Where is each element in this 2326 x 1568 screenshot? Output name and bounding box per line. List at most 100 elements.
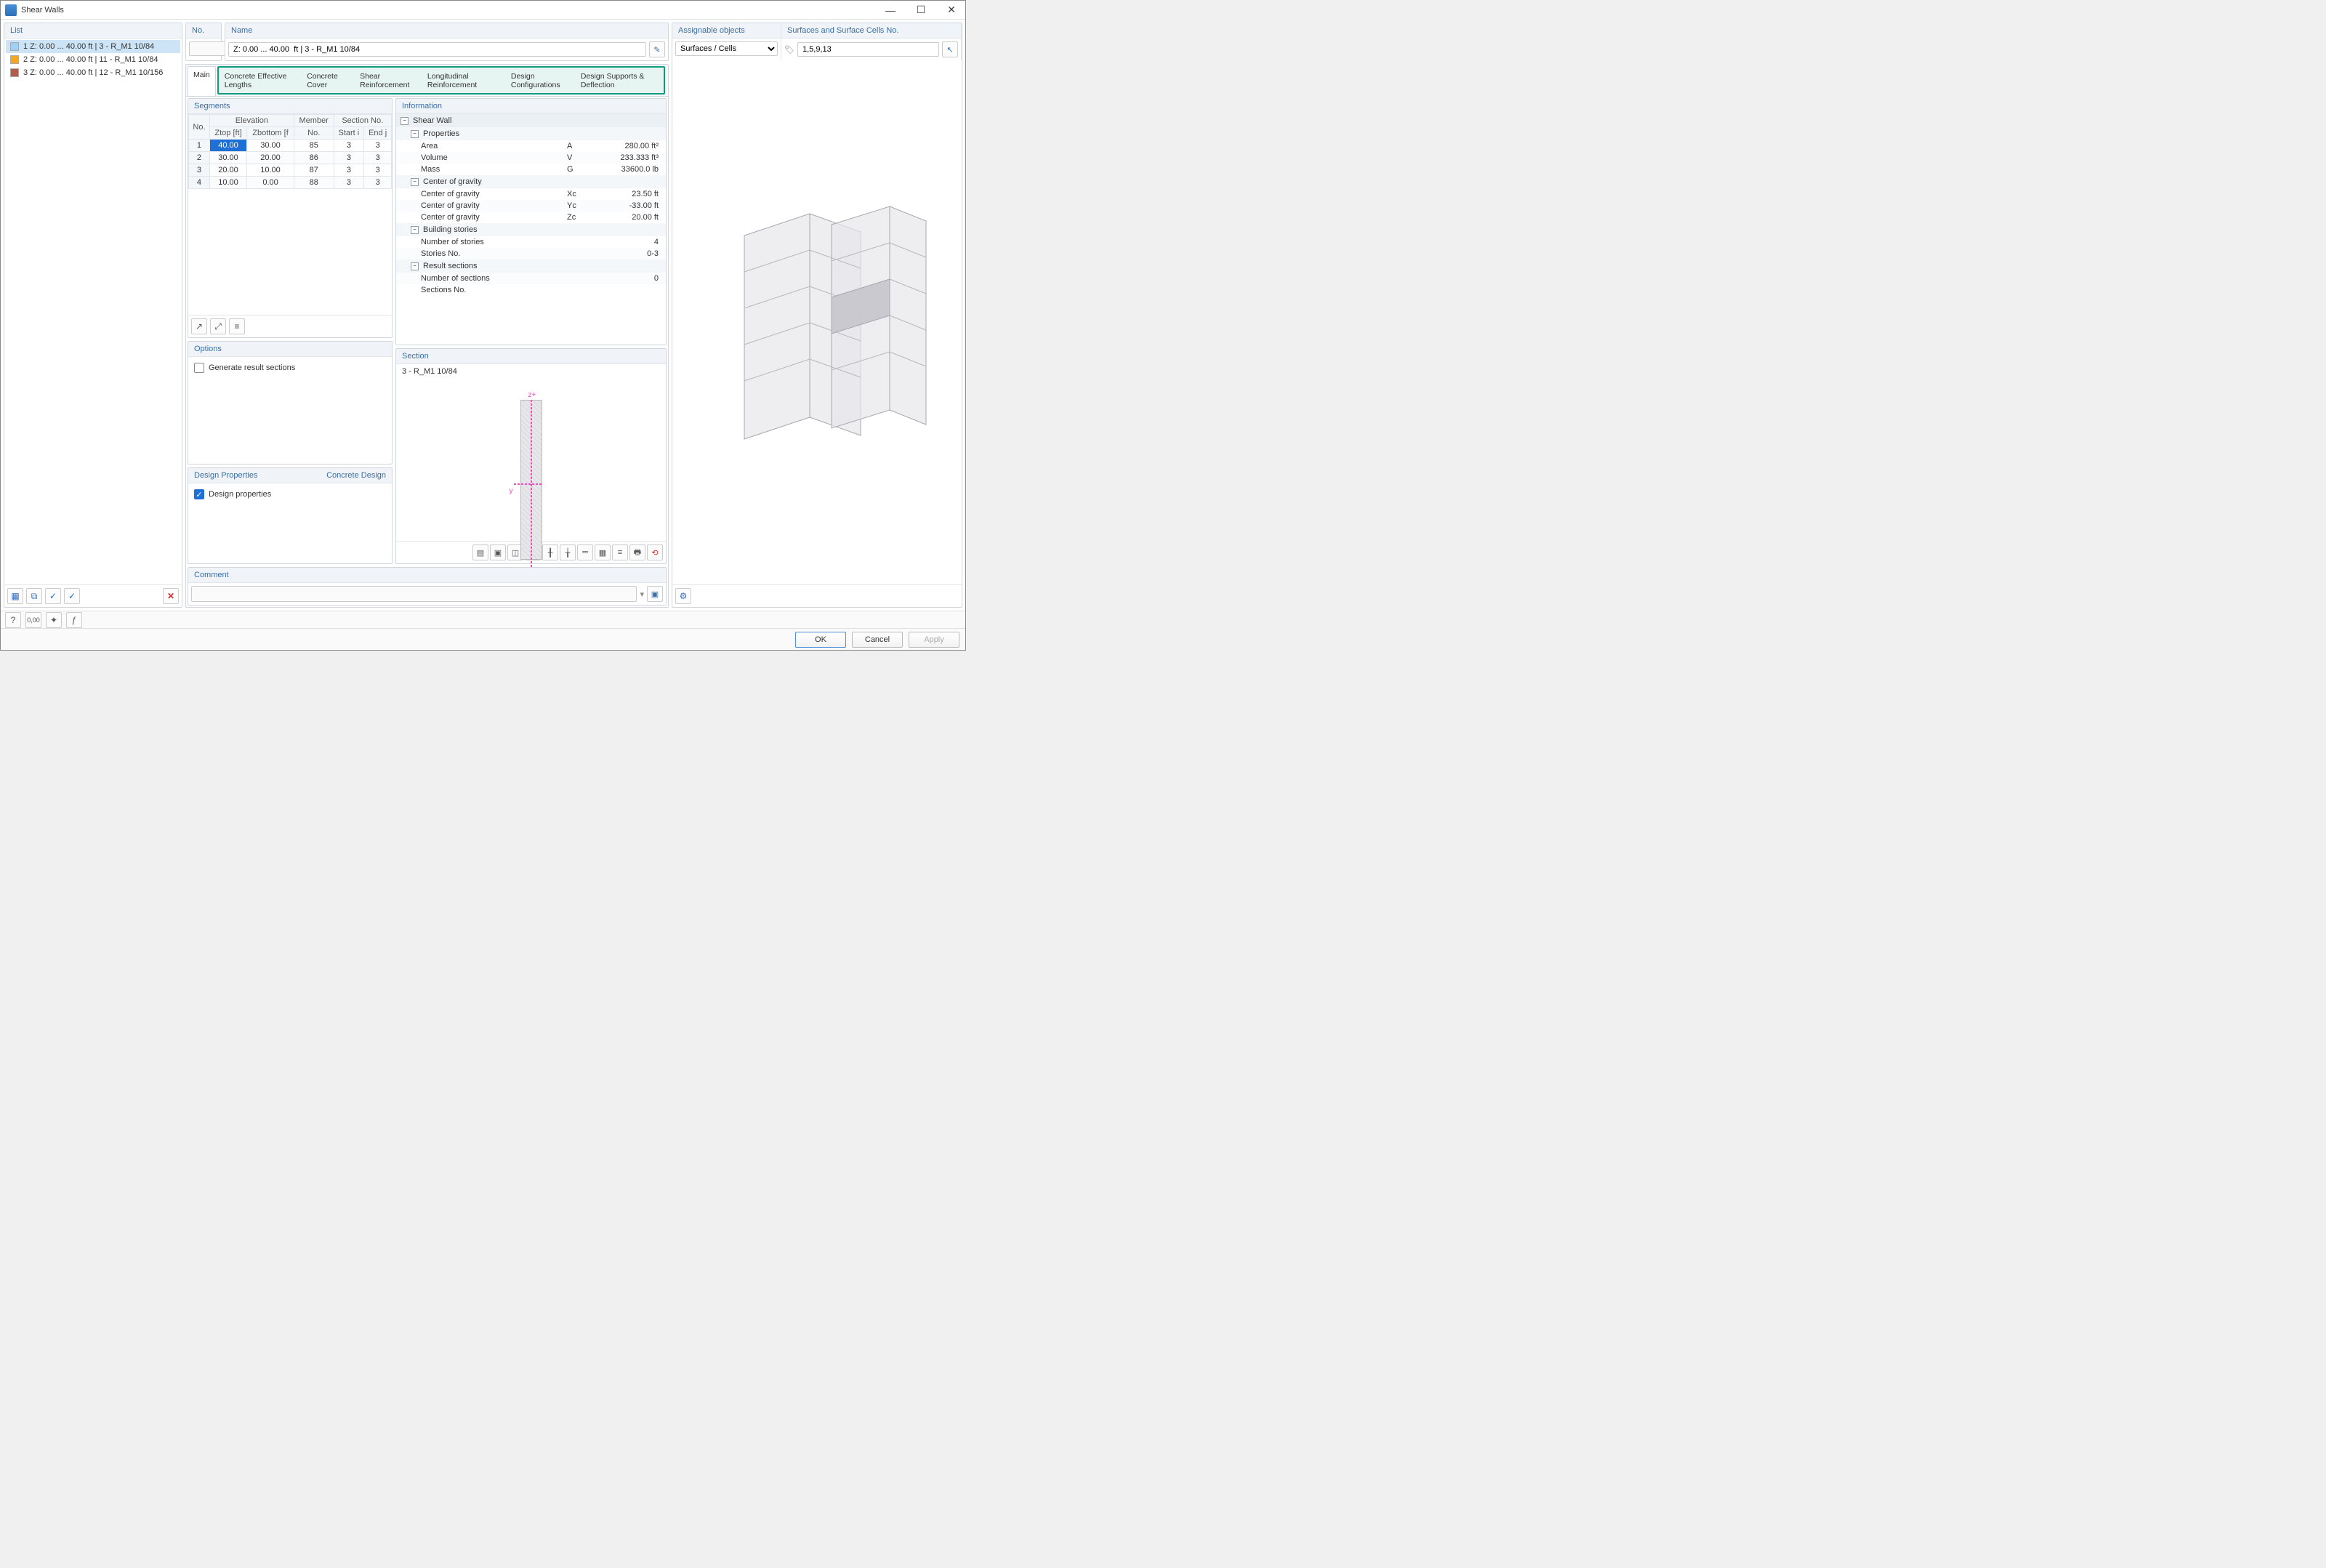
shear-walls-window: Shear Walls — ☐ ✕ List 1 Z: 0.00 ... 40.… <box>0 0 966 651</box>
generate-result-sections-checkbox[interactable] <box>194 363 204 373</box>
name-field-block: Name ✎ <box>225 23 669 61</box>
comment-input[interactable] <box>191 586 637 602</box>
no-field-block: No. <box>185 23 222 61</box>
status-tool-1[interactable]: ✦ <box>46 612 62 628</box>
copy-item-button[interactable]: ⧉ <box>26 588 42 604</box>
section-tbtn-6[interactable]: ╁ <box>560 544 576 560</box>
segments-panel: Segments No. Elevation Member Section No… <box>188 98 393 338</box>
list-item[interactable]: 3 Z: 0.00 ... 40.00 ft | 12 - R_M1 10/15… <box>6 66 180 79</box>
new-item-button[interactable]: ▦ <box>7 588 23 604</box>
surfaces-block: Surfaces and Surface Cells No. 🏷 ↖ <box>781 23 962 60</box>
list-header: List <box>4 23 182 39</box>
viewer-settings-button[interactable]: ⚙ <box>675 588 691 604</box>
section-tbtn-7[interactable]: ═ <box>577 544 593 560</box>
status-units-button[interactable]: 0,00 <box>25 612 41 628</box>
check-all-button[interactable]: ✓ <box>45 588 61 604</box>
section-axis-y-line <box>514 483 542 485</box>
seg-tool-2[interactable]: ⤢ <box>210 318 226 334</box>
comment-dropdown-arrow-icon[interactable]: ▾ <box>640 590 644 599</box>
seg-tool-3[interactable]: ≡ <box>229 318 245 334</box>
info-row: Sections No. <box>396 284 666 296</box>
info-row: MassG33600.0 lb <box>396 164 666 175</box>
section-tbtn-9[interactable]: ≡ <box>612 544 628 560</box>
tab-design-supports-deflection[interactable]: Design Supports & Deflection <box>575 68 664 93</box>
status-tool-2[interactable]: ƒ <box>66 612 82 628</box>
tab-concrete-cover[interactable]: Concrete Cover <box>301 68 354 93</box>
no-label: No. <box>186 23 221 39</box>
list-item[interactable]: 2 Z: 0.00 ... 40.00 ft | 11 - R_M1 10/84 <box>6 53 180 66</box>
tab-concrete-effective-lengths[interactable]: Concrete Effective Lengths <box>219 68 301 93</box>
footer-buttons: OK Cancel Apply <box>1 628 965 650</box>
cancel-button[interactable]: Cancel <box>852 632 903 648</box>
color-swatch <box>10 68 19 77</box>
rename-button[interactable]: ✎ <box>649 41 665 57</box>
info-row: AreaA280.00 ft² <box>396 140 666 152</box>
options-header: Options <box>188 342 392 357</box>
info-row: Center of gravityYc-33.00 ft <box>396 200 666 212</box>
name-input[interactable] <box>228 42 646 57</box>
name-label: Name <box>225 23 668 39</box>
app-icon <box>5 4 17 16</box>
section-tbtn-8[interactable]: ▦ <box>595 544 611 560</box>
uncheck-all-button[interactable]: ✓ <box>64 588 80 604</box>
tabs-row: Main Concrete Effective Lengths Concrete… <box>186 65 668 97</box>
section-tbtn-5[interactable]: ╂ <box>542 544 558 560</box>
section-header: Section <box>396 349 666 364</box>
section-axis-z-label: z+ <box>528 391 536 399</box>
design-properties-checkbox[interactable]: ✓ <box>194 489 204 499</box>
info-row: Number of sections0 <box>396 273 666 284</box>
section-tbtn-reset[interactable]: ⟲ <box>647 544 663 560</box>
info-row: Center of gravityZc20.00 ft <box>396 212 666 223</box>
surfaces-input[interactable] <box>797 42 939 57</box>
color-swatch <box>10 42 19 51</box>
section-name: 3 - R_M1 10/84 <box>396 364 666 379</box>
assignable-objects-label: Assignable objects <box>672 23 781 39</box>
surfaces-label: Surfaces and Surface Cells No. <box>781 23 961 39</box>
section-canvas[interactable]: z+ y <box>396 379 666 541</box>
seg-tool-1[interactable]: ↗ <box>191 318 207 334</box>
window-title: Shear Walls <box>21 6 881 15</box>
options-panel: Options Generate result sections <box>188 341 393 465</box>
tab-longitudinal-reinforcement[interactable]: Longitudinal Reinforcement <box>422 68 505 93</box>
ok-button[interactable]: OK <box>795 632 846 648</box>
assignable-objects-block: Assignable objects Surfaces / Cells <box>672 23 781 60</box>
table-row[interactable]: 140.0030.008533 <box>189 140 392 152</box>
tab-highlight-group: Concrete Effective Lengths Concrete Cove… <box>217 66 665 95</box>
design-properties-header: Design Properties <box>194 471 257 480</box>
section-tbtn-print[interactable]: 🖶 <box>629 544 645 560</box>
apply-button[interactable]: Apply <box>909 632 959 648</box>
delete-item-button[interactable]: ✕ <box>163 588 179 604</box>
design-properties-panel: Design Properties Concrete Design ✓ Desi… <box>188 467 393 564</box>
segments-table[interactable]: No. Elevation Member Section No. Ztop [f… <box>188 114 392 189</box>
info-row: Number of stories4 <box>396 236 666 248</box>
minimize-button[interactable]: — <box>881 4 900 17</box>
section-tbtn-1[interactable]: ▤ <box>472 544 488 560</box>
segments-header: Segments <box>188 99 392 114</box>
table-row[interactable]: 320.0010.008733 <box>189 164 392 177</box>
section-tbtn-2[interactable]: ▣ <box>490 544 506 560</box>
building-isometric-icon <box>701 192 933 454</box>
surfaces-pick-button[interactable]: ↖ <box>942 41 958 57</box>
list-item[interactable]: 1 Z: 0.00 ... 40.00 ft | 3 - R_M1 10/84 <box>6 40 180 53</box>
assignable-objects-select[interactable]: Surfaces / Cells <box>675 41 778 56</box>
right-panel: Assignable objects Surfaces / Cells Surf… <box>672 23 962 608</box>
close-button[interactable]: ✕ <box>942 4 961 17</box>
titlebar: Shear Walls — ☐ ✕ <box>1 1 965 20</box>
center-panel: No. Name ✎ Main Concrete Effective Lengt… <box>185 23 669 608</box>
tab-main[interactable]: Main <box>188 66 216 96</box>
model-viewer[interactable] <box>672 60 962 584</box>
section-panel: Section 3 - R_M1 10/84 z+ y ▤ <box>395 348 667 564</box>
maximize-button[interactable]: ☐ <box>912 4 930 17</box>
table-row[interactable]: 410.000.008833 <box>189 177 392 189</box>
info-row: VolumeV233.333 ft³ <box>396 152 666 164</box>
comment-library-button[interactable]: ▣ <box>647 586 663 602</box>
list-item-label: 2 Z: 0.00 ... 40.00 ft | 11 - R_M1 10/84 <box>23 55 158 64</box>
info-row: Center of gravityXc23.50 ft <box>396 188 666 200</box>
tab-design-configurations[interactable]: Design Configurations <box>505 68 575 93</box>
tab-shear-reinforcement[interactable]: Shear Reinforcement <box>354 68 422 93</box>
color-swatch <box>10 55 19 64</box>
table-row[interactable]: 230.0020.008633 <box>189 152 392 164</box>
information-panel: Information −Shear Wall−Properties AreaA… <box>395 98 667 345</box>
status-help-button[interactable]: ? <box>5 612 21 628</box>
surfaces-tag-icon: 🏷 <box>784 45 794 55</box>
